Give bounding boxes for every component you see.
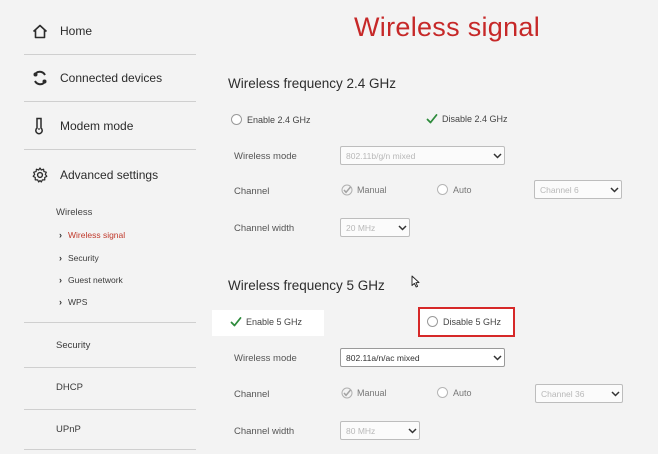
sidebar-subitem-wireless-signal[interactable]: › Wireless signal [59, 230, 125, 240]
channel-label: Channel [234, 389, 270, 400]
page-title: Wireless signal [354, 12, 541, 42]
wireless-mode-2-4ghz-select[interactable]: 802.11b/g/n mixed [340, 146, 505, 165]
radio-unchecked-icon [437, 387, 448, 398]
wireless-mode-label: Wireless mode [234, 353, 297, 364]
chevron-down-icon [608, 390, 622, 397]
radio-unchecked-icon [437, 184, 448, 195]
chevron-down-icon [490, 152, 504, 159]
connected-devices-icon [32, 70, 54, 86]
checkmark-icon [341, 387, 353, 399]
channel-2-4ghz-select[interactable]: Channel 6 [534, 180, 622, 199]
channel-5ghz-select[interactable]: Channel 36 [535, 384, 623, 403]
section-title-5ghz: Wireless frequency 5 GHz [228, 278, 385, 293]
divider [24, 449, 196, 450]
sidebar-item-connected-devices[interactable]: Connected devices [24, 55, 196, 102]
chevron-right-icon: › [59, 297, 62, 307]
channel-label: Channel [234, 186, 270, 197]
channel-width-label: Channel width [234, 426, 295, 437]
checkmark-icon [230, 316, 242, 328]
disable-5ghz-radio[interactable]: Disable 5 GHz [427, 316, 501, 327]
sidebar-item-modem-mode[interactable]: Modem mode [24, 103, 196, 150]
chevron-right-icon: › [59, 230, 62, 240]
sidebar-item-label: Connected devices [60, 71, 163, 85]
sidebar-subitem-guest-network[interactable]: › Guest network [59, 275, 123, 285]
home-icon [32, 24, 54, 39]
checkmark-icon [341, 184, 353, 196]
manual-channel-5ghz-radio[interactable]: Manual [341, 387, 387, 399]
modem-icon [32, 117, 54, 135]
checkmark-icon [426, 113, 438, 125]
channel-width-5ghz-select[interactable]: 80 MHz [340, 421, 420, 440]
chevron-down-icon [490, 354, 504, 361]
divider [24, 367, 196, 368]
sidebar-item-dhcp[interactable]: DHCP [56, 382, 196, 393]
sidebar-item-label: Home [60, 24, 93, 38]
channel-width-2-4ghz-select[interactable]: 20 MHz [340, 218, 410, 237]
sidebar: Home Connected devices Modem mode Advanc… [0, 0, 196, 454]
gear-icon [32, 166, 54, 183]
divider [24, 409, 196, 410]
chevron-right-icon: › [59, 275, 62, 285]
wireless-mode-5ghz-select[interactable]: 802.11a/n/ac mixed [340, 348, 505, 367]
manual-channel-2-4ghz-radio[interactable]: Manual [341, 184, 387, 196]
sidebar-subitem-security[interactable]: › Security [59, 253, 99, 263]
chevron-down-icon [405, 427, 419, 434]
enable-5ghz-radio[interactable]: Enable 5 GHz [230, 316, 302, 328]
mouse-cursor-icon [411, 275, 420, 293]
radio-unchecked-icon [231, 114, 242, 125]
sidebar-item-label: Advanced settings [60, 167, 159, 182]
sidebar-item-upnp[interactable]: UPnP [56, 424, 196, 435]
sidebar-subitem-wps[interactable]: › WPS [59, 297, 87, 307]
chevron-right-icon: › [59, 253, 62, 263]
sidebar-item-label: Modem mode [60, 119, 134, 133]
divider [24, 322, 196, 323]
sidebar-item-advanced-settings[interactable]: Advanced settings [24, 151, 196, 198]
auto-channel-5ghz-radio[interactable]: Auto [437, 387, 472, 398]
enable-2-4ghz-radio[interactable]: Enable 2.4 GHz [231, 114, 311, 125]
sidebar-item-home[interactable]: Home [24, 8, 196, 55]
disable-2-4ghz-radio[interactable]: Disable 2.4 GHz [426, 113, 508, 125]
auto-channel-2-4ghz-radio[interactable]: Auto [437, 184, 472, 195]
chevron-down-icon [395, 224, 409, 231]
wireless-mode-label: Wireless mode [234, 151, 297, 162]
chevron-down-icon [607, 186, 621, 193]
sidebar-item-security[interactable]: Security [56, 340, 196, 351]
sidebar-section-wireless[interactable]: Wireless [56, 207, 92, 218]
section-title-2-4ghz: Wireless frequency 2.4 GHz [228, 76, 397, 91]
channel-width-label: Channel width [234, 223, 295, 234]
radio-unchecked-icon [427, 316, 438, 327]
